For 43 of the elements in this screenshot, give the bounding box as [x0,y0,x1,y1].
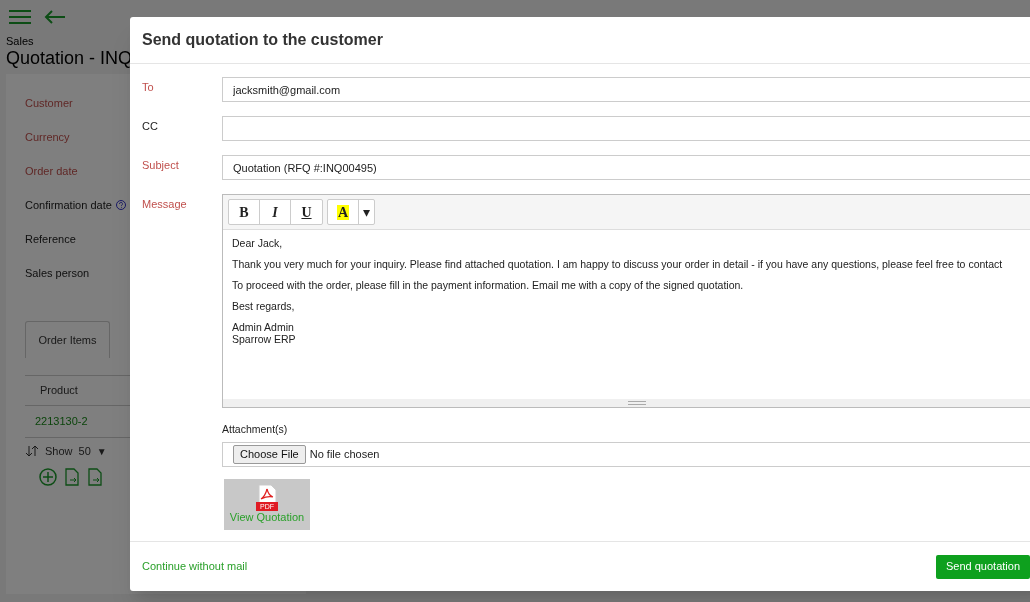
message-paragraph: Admin Admin Sparrow ERP [232,321,297,345]
file-input[interactable]: Choose File No file chosen [222,441,1030,467]
dropdown-button[interactable]: ▾ [359,200,374,224]
tab[interactable]: Order Items [25,321,110,358]
field-label: Currency [25,129,70,145]
bold-button[interactable]: B [229,200,260,224]
attachments-label: Attachment(s) [222,422,289,437]
field-label: Reference [25,231,76,247]
field-label: To [141,80,155,95]
sort-icon[interactable] [25,445,39,457]
message-paragraph: Dear Jack, [232,237,284,249]
rich-text-editor[interactable] [222,194,1030,408]
message-paragraph: Thank you very much for your inquiry. Please find attached quotation. I am happy to discuss your order in detail - if you have any questions, please feel free to contact [232,258,1004,270]
input-field[interactable]: jacksmith@gmail.com [222,77,1030,102]
field-label: Subject [141,158,180,173]
document-arrow-icon[interactable] [87,468,103,486]
message-paragraph: To proceed with the order, please fill in the payment information. Email me with a copy of the signed quotation. [232,279,745,291]
message-paragraph: Best regards, [232,300,296,312]
back-arrow-icon[interactable] [44,9,66,24]
italic-button[interactable]: I [260,200,291,224]
field-label: Confirmation date [25,197,112,213]
dialog-title: Send quotation to the customer [142,30,383,50]
input-field[interactable] [222,116,1030,141]
underline-button[interactable]: U [291,200,322,224]
page-size[interactable]: 50 [78,442,91,460]
field-label: Customer [25,95,73,111]
field-label: Message [141,197,188,212]
page-title: Quotation - INQ [6,47,134,69]
file-status: No file chosen [309,447,380,462]
field-label: CC [141,119,159,134]
document-arrow-icon[interactable] [64,468,80,486]
choose-file-button[interactable]: Choose File [233,444,306,464]
highlight-button[interactable]: A [328,200,359,224]
pager-label: Show [45,443,73,459]
add-icon[interactable] [39,468,57,486]
menu-icon[interactable] [8,8,32,25]
continue-link[interactable]: Continue without mail [142,558,248,575]
dropdown-caret[interactable]: ▼ [96,443,107,459]
field-label: Sales person [25,265,90,281]
input-field[interactable]: Quotation (RFQ #:INQ00495) [222,155,1030,180]
field-label: Order date [25,163,78,179]
column-header[interactable]: Product [40,382,78,399]
resize-grip-icon[interactable] [628,401,646,405]
